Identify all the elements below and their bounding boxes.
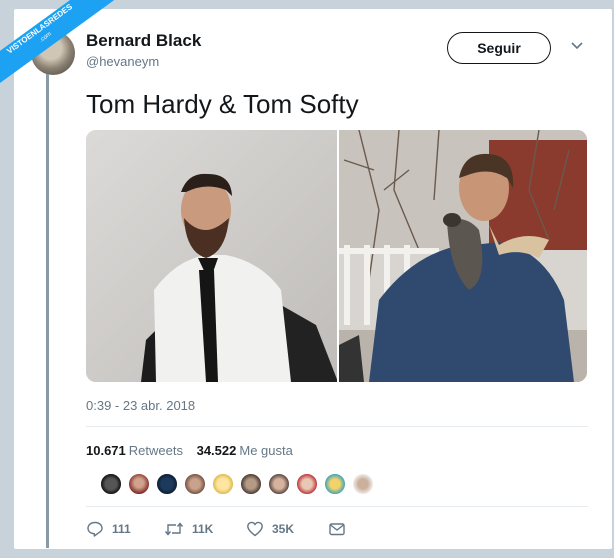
direct-message-button[interactable]	[328, 518, 354, 540]
liker-avatar[interactable]	[351, 472, 375, 496]
left-edge-line	[46, 74, 49, 548]
heart-icon	[247, 521, 263, 537]
follow-button[interactable]: Seguir	[447, 32, 551, 64]
retweets-count[interactable]: 10.671	[86, 443, 126, 458]
chevron-down-icon[interactable]	[570, 40, 584, 52]
likes-count[interactable]: 34.522	[197, 443, 237, 458]
user-handle[interactable]: @hevaneym	[86, 54, 159, 69]
photo-illustration-left	[86, 130, 337, 382]
liker-avatar[interactable]	[323, 472, 347, 496]
liker-avatar[interactable]	[239, 472, 263, 496]
retweets-label[interactable]: Retweets	[129, 443, 183, 458]
photo-illustration-right	[339, 130, 587, 382]
liker-avatar[interactable]	[267, 472, 291, 496]
like-count: 35K	[272, 522, 295, 536]
reply-button[interactable]: 111	[86, 518, 131, 540]
tweet-timestamp[interactable]: 0:39 - 23 abr. 2018	[86, 398, 195, 413]
like-button[interactable]: 35K	[246, 518, 294, 540]
liker-avatar[interactable]	[99, 472, 123, 496]
retweet-count: 11K	[192, 522, 214, 536]
reply-count: 111	[112, 522, 131, 536]
reply-icon	[87, 521, 103, 537]
liker-avatar[interactable]	[155, 472, 179, 496]
liker-avatar[interactable]	[211, 472, 235, 496]
divider	[86, 426, 588, 427]
likes-label[interactable]: Me gusta	[239, 443, 292, 458]
tweet-photo-left[interactable]	[86, 130, 337, 382]
liker-avatar[interactable]	[127, 472, 151, 496]
tweet-photo-right[interactable]	[339, 130, 587, 382]
liker-avatar[interactable]	[295, 472, 319, 496]
tweet-text: Tom Hardy & Tom Softy	[86, 89, 359, 119]
display-name[interactable]: Bernard Black	[86, 31, 201, 51]
engagement-stats: 10.671 Retweets 34.522 Me gusta	[86, 443, 303, 458]
divider	[86, 506, 588, 507]
retweet-icon	[164, 522, 184, 536]
liker-avatar[interactable]	[183, 472, 207, 496]
retweet-button[interactable]: 11K	[164, 518, 213, 540]
mail-icon	[329, 523, 345, 536]
